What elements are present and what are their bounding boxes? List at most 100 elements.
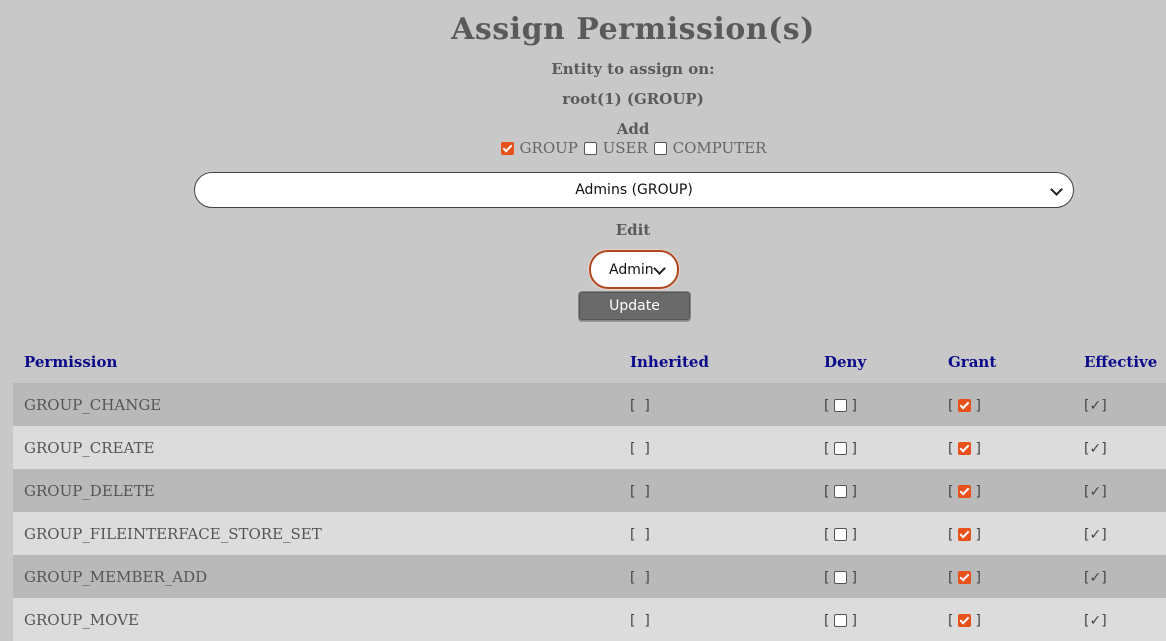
- grant-checkbox[interactable]: [958, 528, 972, 541]
- inherited-cell: [ ]: [619, 469, 813, 512]
- deny-cell: []: [813, 383, 937, 426]
- effective-value: [✓]: [1084, 483, 1107, 500]
- table-row: GROUP_FILEINTERFACE_STORE_SET[ ][][] [✓]: [13, 512, 1166, 555]
- inherited-value: [ ]: [630, 483, 650, 500]
- deny-control: []: [824, 570, 857, 586]
- grant-checkbox[interactable]: [958, 442, 972, 455]
- bracket-close: ]: [975, 569, 981, 586]
- permissions-table: Permission Inherited Deny Grant Effectiv…: [13, 340, 1166, 641]
- inherited-value: [ ]: [630, 526, 650, 543]
- grant-control: []: [948, 613, 981, 629]
- table-row: GROUP_MEMBER_ADD[ ][][] [✓]: [13, 555, 1166, 598]
- chevron-down-icon: [1050, 183, 1063, 196]
- bracket-open: [: [824, 612, 830, 629]
- filter-user-label: USER: [602, 139, 648, 157]
- filter-computer-label: COMPUTER: [672, 139, 767, 157]
- permission-name: GROUP_CREATE: [13, 426, 619, 469]
- deny-control: []: [824, 398, 857, 414]
- bracket-close: ]: [851, 397, 857, 414]
- inherited-cell: [ ]: [619, 512, 813, 555]
- header-grant: Grant: [948, 352, 997, 371]
- bracket-open: [: [824, 397, 830, 414]
- effective-cell: [✓]: [1073, 426, 1166, 469]
- filter-computer-checkbox[interactable]: [653, 141, 667, 155]
- bracket-open: [: [824, 483, 830, 500]
- deny-control: []: [824, 441, 857, 457]
- edit-entity-select[interactable]: Admins (GROUP): [589, 250, 679, 289]
- grant-checkbox[interactable]: [958, 399, 972, 412]
- effective-cell: [✓]: [1073, 555, 1166, 598]
- add-label: Add: [616, 120, 650, 138]
- bracket-close: ]: [975, 526, 981, 543]
- deny-cell: []: [813, 512, 937, 555]
- inherited-cell: [ ]: [619, 383, 813, 426]
- edit-label: Edit: [615, 221, 651, 239]
- inherited-value: [ ]: [630, 569, 650, 586]
- bracket-open: [: [948, 569, 954, 586]
- grant-checkbox[interactable]: [958, 571, 972, 584]
- bracket-open: [: [824, 526, 830, 543]
- grant-control: []: [948, 527, 981, 543]
- bracket-close: ]: [975, 440, 981, 457]
- effective-value: [✓]: [1084, 526, 1107, 543]
- chevron-down-icon: [653, 262, 666, 275]
- effective-cell: [✓]: [1073, 383, 1166, 426]
- update-button[interactable]: Update: [578, 291, 691, 321]
- inherited-value: [ ]: [630, 440, 650, 457]
- edit-entity-select-value: Admins (GROUP): [609, 262, 654, 278]
- bracket-close: ]: [851, 569, 857, 586]
- deny-checkbox[interactable]: [834, 614, 848, 627]
- grant-checkbox[interactable]: [958, 485, 972, 498]
- header-effective: Effective: [1084, 352, 1158, 371]
- bracket-close: ]: [851, 440, 857, 457]
- bracket-close: ]: [851, 483, 857, 500]
- bracket-close: ]: [851, 612, 857, 629]
- filter-group[interactable]: GROUP: [500, 139, 578, 157]
- effective-cell: [✓]: [1073, 512, 1166, 555]
- filter-group-checkbox[interactable]: [500, 141, 514, 155]
- deny-cell: []: [813, 555, 937, 598]
- bracket-close: ]: [975, 612, 981, 629]
- deny-cell: []: [813, 469, 937, 512]
- header-deny: Deny: [824, 352, 867, 371]
- filter-group-label: GROUP: [519, 139, 578, 157]
- filter-user-checkbox[interactable]: [583, 141, 597, 155]
- bracket-open: [: [824, 569, 830, 586]
- bracket-open: [: [948, 612, 954, 629]
- permission-name: GROUP_MEMBER_ADD: [13, 555, 619, 598]
- inherited-cell: [ ]: [619, 555, 813, 598]
- bracket-close: ]: [975, 397, 981, 414]
- deny-checkbox[interactable]: [834, 485, 848, 498]
- bracket-open: [: [824, 440, 830, 457]
- filter-user[interactable]: USER: [583, 139, 648, 157]
- deny-cell: []: [813, 426, 937, 469]
- add-entity-select[interactable]: Admins (GROUP): [194, 172, 1074, 208]
- entity-label: Entity to assign on:: [551, 60, 715, 78]
- effective-value: [✓]: [1084, 612, 1107, 629]
- deny-checkbox[interactable]: [834, 399, 848, 412]
- grant-control: []: [948, 441, 981, 457]
- grant-control: []: [948, 398, 981, 414]
- effective-value: [✓]: [1084, 397, 1107, 414]
- table-header-row: Permission Inherited Deny Grant Effectiv…: [13, 340, 1166, 383]
- bracket-close: ]: [851, 526, 857, 543]
- bracket-open: [: [948, 440, 954, 457]
- inherited-value: [ ]: [630, 397, 650, 414]
- grant-cell: []: [937, 555, 1073, 598]
- bracket-open: [: [948, 526, 954, 543]
- effective-value: [✓]: [1084, 440, 1107, 457]
- filter-computer[interactable]: COMPUTER: [653, 139, 767, 157]
- deny-checkbox[interactable]: [834, 442, 848, 455]
- inherited-value: [ ]: [630, 612, 650, 629]
- entity-value: root(1) (GROUP): [562, 90, 704, 108]
- table-row: GROUP_CHANGE[ ][][] [✓]: [13, 383, 1166, 426]
- page-title: Assign Permission(s): [451, 12, 815, 47]
- bracket-open: [: [948, 483, 954, 500]
- deny-checkbox[interactable]: [834, 571, 848, 584]
- entity-type-filters: GROUP USER COMPUTER: [0, 139, 1166, 159]
- permission-name: GROUP_CHANGE: [13, 383, 619, 426]
- grant-checkbox[interactable]: [958, 614, 972, 627]
- effective-cell: [✓]: [1073, 469, 1166, 512]
- deny-control: []: [824, 484, 857, 500]
- deny-checkbox[interactable]: [834, 528, 848, 541]
